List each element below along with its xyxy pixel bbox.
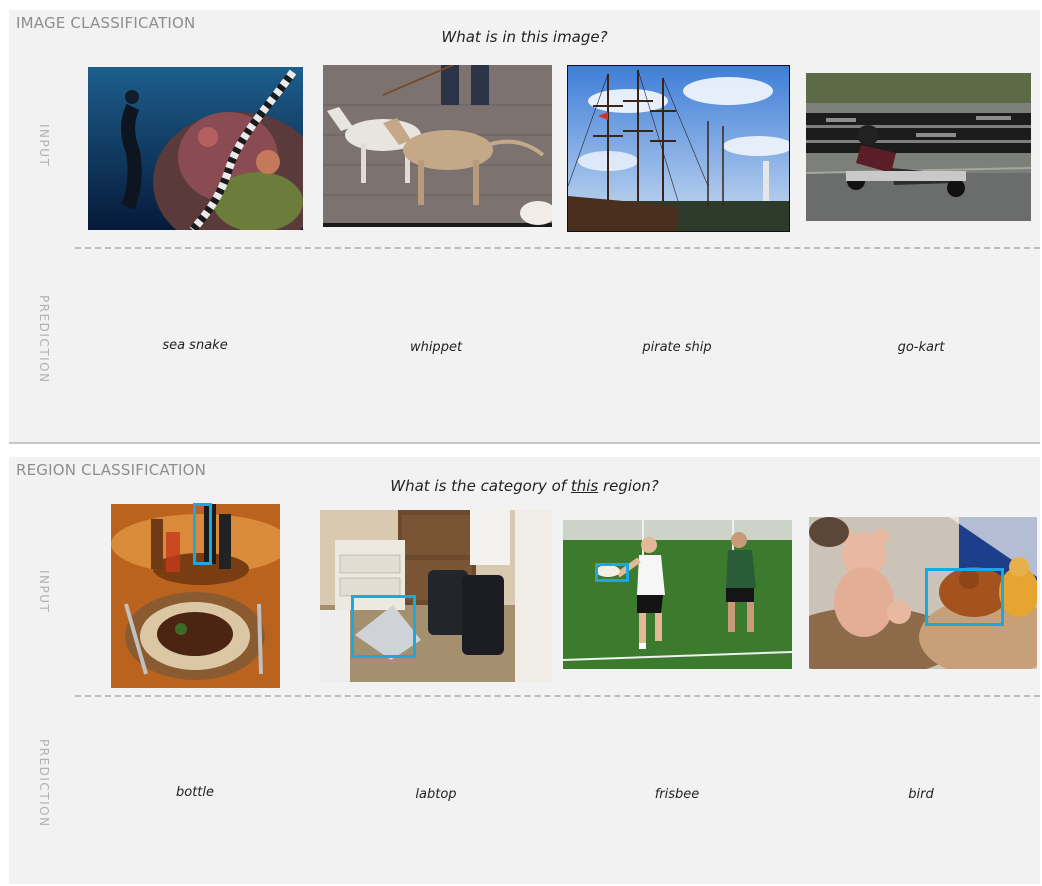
question-text: What is in this image?	[441, 28, 608, 46]
input-image-whippet	[323, 65, 552, 227]
question-text: What is the category of this region?	[9, 477, 1040, 495]
input-image-sea-snake	[88, 67, 303, 230]
prediction-label: whippet	[409, 340, 463, 355]
input-row-label: INPUT	[37, 124, 51, 168]
prediction-label: sea snake	[162, 338, 228, 353]
region-classification-panel: REGION CLASSIFICATION What is the catego…	[9, 457, 1040, 884]
question-after: region?	[598, 477, 659, 495]
highlight-region-box	[925, 568, 1004, 626]
highlight-region-box	[595, 563, 629, 582]
prediction-label: bird	[908, 787, 934, 802]
input-image-frisbee	[563, 520, 792, 669]
row-divider	[75, 247, 1040, 249]
image-classification-panel: IMAGE CLASSIFICATION What is in this ima…	[9, 10, 1040, 444]
prediction-label: pirate ship	[642, 340, 712, 355]
question-underlined: this	[570, 477, 599, 495]
input-image-go-kart	[806, 73, 1031, 221]
input-image-pirate-ship	[567, 65, 790, 232]
prediction-label: frisbee	[654, 787, 700, 802]
row-divider	[75, 695, 1040, 697]
highlight-region-box	[351, 595, 416, 658]
prediction-row-label: PREDICTION	[37, 739, 51, 828]
highlight-region-box	[193, 503, 212, 565]
prediction-row-label: PREDICTION	[37, 295, 51, 384]
input-row-label: INPUT	[37, 570, 51, 614]
prediction-label: labtop	[415, 787, 457, 802]
prediction-label: go-kart	[897, 340, 945, 355]
question-before: What is the category of	[390, 477, 571, 495]
prediction-label: bottle	[175, 785, 214, 800]
